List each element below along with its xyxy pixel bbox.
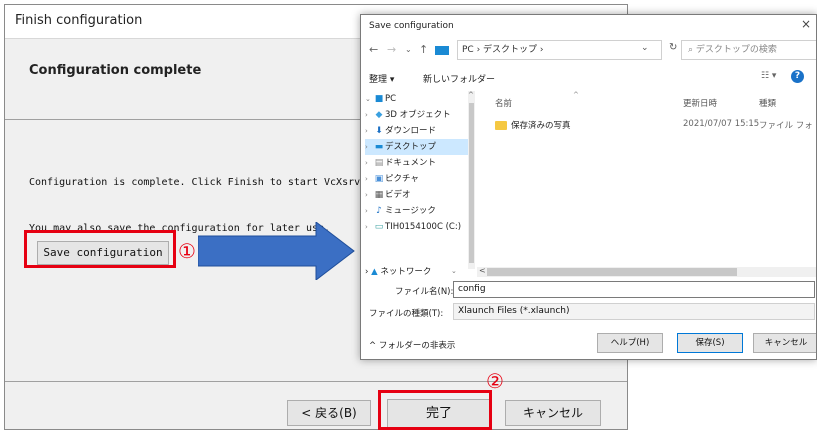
network-icon: ▲ [371, 267, 378, 277]
column-header-type[interactable]: 種類 [759, 97, 776, 109]
hide-folders-toggle[interactable]: ^ フォルダーの非表示 [369, 339, 455, 351]
search-input[interactable]: ⌕ デスクトップの検索 [681, 40, 816, 60]
cancel-button[interactable]: キャンセル [505, 400, 601, 426]
tree-item-label: 3D オブジェクト [385, 110, 451, 120]
step1-marker: ① [178, 239, 196, 263]
chevron-right-icon: › [365, 175, 368, 183]
filename-label: ファイル名(N): [395, 287, 454, 297]
desktop-icon: ▬ [374, 142, 384, 152]
help-button[interactable]: ヘルプ(H) [597, 333, 663, 353]
tree-item-videos[interactable]: › ▦ ビデオ [365, 187, 411, 203]
chevron-down-icon: ⌄ [365, 95, 371, 103]
chevron-right-icon: › [365, 207, 368, 215]
help-icon[interactable]: ? [791, 70, 804, 83]
scroll-left-icon[interactable]: < [479, 266, 486, 275]
tree-item-desktop[interactable]: › ▬ デスクトップ [365, 139, 469, 155]
file-list: ^ 名前 更新日時 種類 保存済みの写真 2021/07/07 15:15 ファ… [477, 91, 816, 269]
view-options-icon[interactable]: ☷ ▾ [761, 71, 776, 81]
dialog-navbar: ← → ⌄ ↑ PC › デスクトップ › ⌄ ↻ ⌕ デスクトップの検索 [361, 37, 816, 65]
pc-icon: ■ [374, 94, 384, 104]
file-type: ファイル フォ [759, 121, 813, 131]
save-dialog: Save configuration × ← → ⌄ ↑ PC › デスクトップ… [360, 14, 817, 360]
refresh-icon[interactable]: ↻ [669, 42, 677, 53]
pictures-icon: ▣ [374, 174, 384, 184]
filetype-select[interactable]: Xlaunch Files (*.xlaunch) [453, 303, 815, 320]
tree-item-label: ドキュメント [385, 158, 437, 168]
column-header-date[interactable]: 更新日時 [683, 97, 717, 109]
pc-icon [435, 46, 449, 55]
tree-item-drive-c[interactable]: › ▭ TIH0154100C (C:) [365, 219, 461, 235]
tree-item-downloads[interactable]: › ⬇ ダウンロード [365, 123, 436, 139]
recent-dropdown-icon[interactable]: ⌄ [405, 45, 412, 54]
chevron-right-icon: › [365, 159, 368, 167]
up-arrow-icon[interactable]: ↑ [419, 43, 428, 56]
file-name-text: 保存済みの写真 [511, 121, 571, 131]
download-icon: ⬇ [375, 126, 383, 136]
tree-item-label: ダウンロード [385, 126, 437, 136]
save-button[interactable]: 保存(S) [677, 333, 743, 353]
close-icon[interactable]: × [801, 17, 811, 31]
file-name: 保存済みの写真 [495, 119, 571, 131]
address-bar[interactable]: PC › デスクトップ › [457, 40, 662, 60]
tree-item-network[interactable]: › ▲ ネットワーク [365, 265, 431, 277]
complete-message: Configuration is complete. Click Finish … [29, 177, 367, 188]
filename-input[interactable]: config [453, 281, 815, 298]
organize-menu[interactable]: 整理 ▾ [369, 72, 394, 85]
tree-item-label: デスクトップ [385, 142, 437, 152]
file-row[interactable]: 保存済みの写真 2021/07/07 15:15 ファイル フォ [495, 119, 815, 133]
chevron-right-icon: › [365, 127, 368, 135]
new-folder-button[interactable]: 新しいフォルダー [423, 72, 495, 85]
forward-arrow-icon[interactable]: → [387, 43, 396, 56]
arrow-right-icon [198, 222, 355, 280]
back-button[interactable]: < 戻る(B) [287, 400, 371, 426]
tree-item-pictures[interactable]: › ▣ ピクチャ [365, 171, 419, 187]
tree-item-documents[interactable]: › ▤ ドキュメント [365, 155, 436, 171]
footer-divider [5, 381, 627, 382]
step2-marker: ② [486, 369, 504, 393]
sort-indicator-icon: ^ [573, 91, 579, 99]
chevron-right-icon: › [365, 223, 368, 231]
dialog-toolbar: 整理 ▾ 新しいフォルダー ☷ ▾ ? [361, 67, 816, 89]
document-icon: ▤ [374, 158, 384, 168]
chevron-right-icon: › [365, 191, 368, 199]
filetype-label: ファイルの種類(T): [369, 309, 444, 319]
drive-icon: ▭ [374, 222, 384, 232]
column-header-name[interactable]: 名前 [495, 97, 512, 109]
tree-item-3d-objects[interactable]: › ◆ 3D オブジェクト [365, 107, 451, 123]
music-icon: ♪ [376, 206, 382, 216]
tree-item-label: ピクチャ [385, 174, 419, 184]
nav-scrollbar-thumb[interactable] [469, 103, 474, 263]
tree-item-label: ネットワーク [380, 267, 432, 277]
address-dropdown-icon[interactable]: ⌄ [641, 43, 649, 53]
back-arrow-icon[interactable]: ← [369, 43, 378, 56]
save-config-highlight [24, 230, 176, 268]
tree-item-label: TIH0154100C (C:) [385, 222, 462, 232]
tree-item-label: PC [385, 94, 397, 104]
wizard-heading: Configuration complete [29, 63, 202, 78]
tree-item-label: ミュージック [385, 206, 436, 216]
search-placeholder: デスクトップの検索 [695, 45, 777, 55]
chevron-right-icon: › [365, 143, 368, 151]
3d-objects-icon: ◆ [375, 110, 383, 120]
search-icon: ⌕ [688, 45, 696, 55]
dialog-title: Save configuration [369, 21, 454, 31]
chevron-down-icon[interactable]: ⌄ [451, 267, 457, 275]
tree-item-music[interactable]: › ♪ ミュージック [365, 203, 436, 219]
file-date: 2021/07/07 15:15 [683, 119, 760, 129]
tree-item-pc[interactable]: ⌄ ■ PC [365, 91, 396, 107]
scroll-up-icon[interactable]: ^ [468, 91, 474, 99]
wizard-title: Finish configuration [15, 13, 143, 28]
dialog-cancel-button[interactable]: キャンセル [753, 333, 816, 353]
folder-icon [495, 121, 507, 130]
video-icon: ▦ [374, 190, 384, 200]
navigation-pane: ⌄ ■ PC › ◆ 3D オブジェクト › ⬇ ダウンロード › ▬ デスクトップ › ▤ ドキュ… [361, 91, 473, 269]
chevron-right-icon: › [365, 111, 368, 119]
horizontal-scrollbar-thumb[interactable] [487, 268, 737, 276]
finish-highlight [378, 390, 492, 430]
tree-item-label: ビデオ [385, 190, 411, 200]
